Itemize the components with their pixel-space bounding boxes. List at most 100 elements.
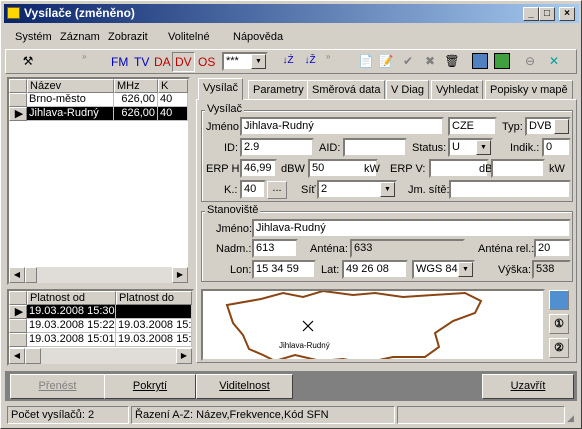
menu-zobrazit[interactable]: Zobrazit [108,31,148,43]
tools-icon[interactable]: ⚒ [20,53,36,69]
row-indicator-icon: ▶ [9,107,27,121]
map-edit-icon[interactable] [494,53,510,69]
site-name-field[interactable]: Jihlava-Rudný [252,219,571,238]
filter-combo[interactable]: *** ▼ [222,52,268,71]
vysilac-group-title: Vysílač [205,103,245,115]
main-window: Vysílače (změněno) _ □ × Systém Záznam Z… [0,0,582,429]
menu-zaznam[interactable]: Záznam [60,31,100,43]
confirm-icon[interactable]: ✔ [400,53,416,69]
erp-v-kw-field[interactable] [491,159,545,178]
scroll-thumb[interactable] [25,267,37,283]
status-select[interactable]: U ▼ [448,138,493,157]
tab-smerova-data[interactable]: Směrová data [307,80,386,100]
band-da-button[interactable]: DA [154,55,171,69]
latitude-field[interactable]: 49 26 08 [342,260,408,279]
maximize-button[interactable]: □ [539,7,555,21]
cancel-icon[interactable]: ✖ [422,53,438,69]
col-mhz[interactable]: MHz [114,79,158,93]
altitude-field[interactable]: 613 [252,239,298,258]
sort-za-icon[interactable]: ↓Ž [302,53,318,69]
map-marker-label: Jihlava-Rudný [279,341,330,350]
scroll-left-button[interactable]: ◀ [9,267,25,283]
transmitter-name-field[interactable]: Jihlava-Rudný [240,117,444,136]
toolbar: ⚒ » FM TV DA DV OS *** ▼ ↓Ź ↓Ž » 📄 📝 ✔ ✖ … [5,49,577,74]
indicator-field[interactable]: 0 [542,138,571,157]
table-row-selected[interactable]: 19.03.2008 15:30 [27,305,116,319]
col-platnost-do[interactable]: Platnost do [116,291,192,305]
longitude-field[interactable]: 15 34 59 [252,260,316,279]
status-sort: Řazení A-Z: Název,Frekvence,Kód SFN [131,406,395,424]
col-k[interactable]: K [158,79,188,93]
table-row[interactable]: 19.03.2008 15:01 [27,333,116,347]
sort-az-icon[interactable]: ↓Ź [280,53,296,69]
tab-vyhledat[interactable]: Vyhledat [431,80,484,100]
chevron-down-icon[interactable]: ▼ [476,140,491,155]
col-nazev[interactable]: Název [27,79,114,93]
table-row[interactable]: 19.03.2008 15:22 [27,319,116,333]
row-indicator-icon: ▶ [9,305,27,319]
scroll-right-button[interactable]: ▶ [176,348,192,364]
tab-parametry[interactable]: Parametry [248,80,309,100]
validity-list[interactable]: Platnost od Platnost do ▶ 19.03.2008 15:… [7,289,194,366]
band-tv-button[interactable]: TV [134,55,149,69]
zoom-out-icon[interactable]: ② [549,338,569,358]
id-field[interactable]: 2.9 [240,138,314,157]
table-row-selected[interactable]: Jihlava-Rudný [27,107,114,121]
band-fm-button[interactable]: FM [111,55,128,69]
chevron-down-icon[interactable]: ▼ [380,182,395,197]
antenna-relative-field[interactable]: 20 [534,239,571,258]
minimize-button[interactable]: _ [523,7,539,21]
band-os-button[interactable]: OS [198,55,215,69]
stanoviste-group-title: Stanoviště [205,204,261,216]
transfer-button[interactable]: Přenést [10,374,105,399]
channel-field[interactable]: 40 [240,180,266,199]
delete-icon[interactable]: 🗑 [444,53,460,69]
horizontal-scrollbar[interactable]: ◀ ▶ [9,267,188,283]
network-select[interactable]: 2 ▼ [317,180,397,199]
aid-field[interactable] [343,138,407,157]
menu-system[interactable]: Systém [15,31,52,43]
antenna-height-field: 633 [350,239,465,258]
scroll-left-button[interactable]: ◀ [9,348,25,364]
menu-napoveda[interactable]: Nápověda [233,31,283,43]
stop-icon[interactable]: ⊖ [522,53,538,69]
transmitter-list[interactable]: Název MHz K Brno-město 626,00 40 ▶ Jihla… [7,77,190,285]
type-field[interactable]: DVB [525,117,571,136]
title-bar[interactable]: Vysílače (změněno) _ □ × [4,4,579,23]
zoom-in-icon[interactable]: ① [549,314,569,334]
close-window-button[interactable]: Uzavřít [482,374,574,399]
window-title: Vysílače (změněno) [24,6,135,20]
table-row[interactable]: Brno-město [27,93,114,107]
status-panel [397,406,565,424]
edit-record-icon[interactable]: 📝 [378,53,394,69]
band-dv-button[interactable]: DV [172,52,195,72]
network-name-field[interactable] [449,180,571,199]
datum-select[interactable]: WGS 84 ▼ [412,260,475,279]
resize-grip-icon[interactable]: ◢ [567,413,574,424]
horizontal-scrollbar[interactable]: ◀ ▶ [9,348,192,364]
channel-lookup-button[interactable]: ... [267,181,287,199]
erp-h-dbw-field[interactable]: 46,99 [240,159,277,178]
exit-icon[interactable]: ✕ [546,53,562,69]
coverage-button[interactable]: Pokrytí [104,374,196,399]
chevron-down-icon[interactable]: ▼ [458,262,473,277]
chevron-down-icon[interactable]: ▼ [251,54,266,69]
tab-v-diag[interactable]: V Diag [386,80,430,100]
chevron-down-icon[interactable] [554,119,569,134]
map-layers-icon[interactable] [549,290,569,310]
menu-bar: Systém Záznam Zobrazit Volitelné Nápověd… [5,31,577,47]
map-view[interactable]: Jihlava-Rudný [201,289,545,361]
col-platnost-od[interactable]: Platnost od [27,291,116,305]
scroll-right-button[interactable]: ▶ [172,267,188,283]
visibility-button[interactable]: Viditelnost [196,374,293,399]
country-field[interactable]: CZE [448,117,497,136]
tab-popisky[interactable]: Popisky v mapě [485,80,573,100]
close-button[interactable]: × [559,7,575,21]
app-icon [7,7,20,19]
tab-vysilac[interactable]: Vysílač [198,78,244,100]
map-country-outline [225,291,483,359]
map-view-icon[interactable] [472,53,488,69]
menu-volitelne[interactable]: Volitelné [168,31,210,43]
new-record-icon[interactable]: 📄 [358,53,374,69]
scroll-thumb[interactable] [25,348,41,364]
